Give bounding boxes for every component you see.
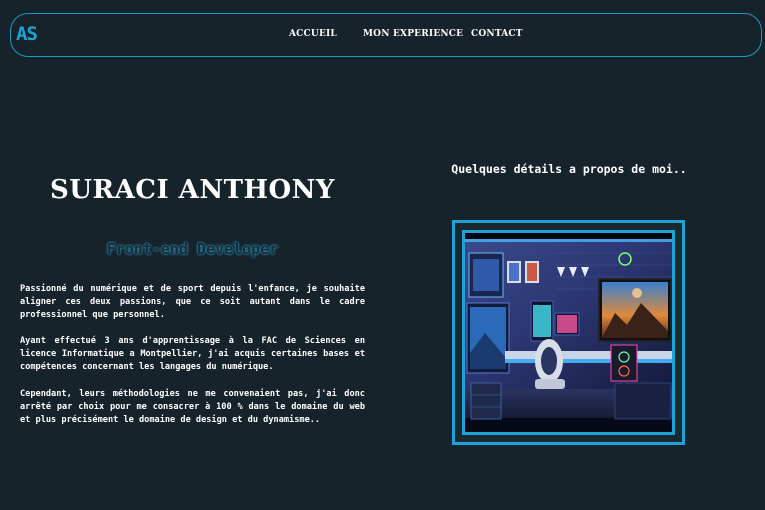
nav-link-experience[interactable]: MON EXPERIENCE — [363, 29, 463, 39]
site-logo[interactable]: AS — [16, 23, 38, 45]
nav-link-contact[interactable]: CONTACT — [471, 29, 523, 39]
bio-paragraph-3: Cependant, leurs méthodologies ne me con… — [20, 389, 365, 426]
bio-paragraph-1: Passionné du numérique et de sport depui… — [20, 284, 365, 321]
gaming-setup-image — [462, 230, 675, 435]
bio-paragraph-2: Ayant effectué 3 ans d'apprentissage à l… — [20, 336, 365, 373]
profile-name: SURACI ANTHONY — [50, 175, 335, 205]
photo-frame — [452, 220, 685, 445]
nav-link-accueil[interactable]: ACCUEIL — [289, 29, 337, 39]
details-title: Quelques détails a propos de moi.. — [451, 162, 687, 176]
profile-role: Front-end Developer — [106, 240, 279, 258]
top-navbar: AS ACCUEIL MON EXPERIENCE CONTACT — [10, 13, 762, 57]
